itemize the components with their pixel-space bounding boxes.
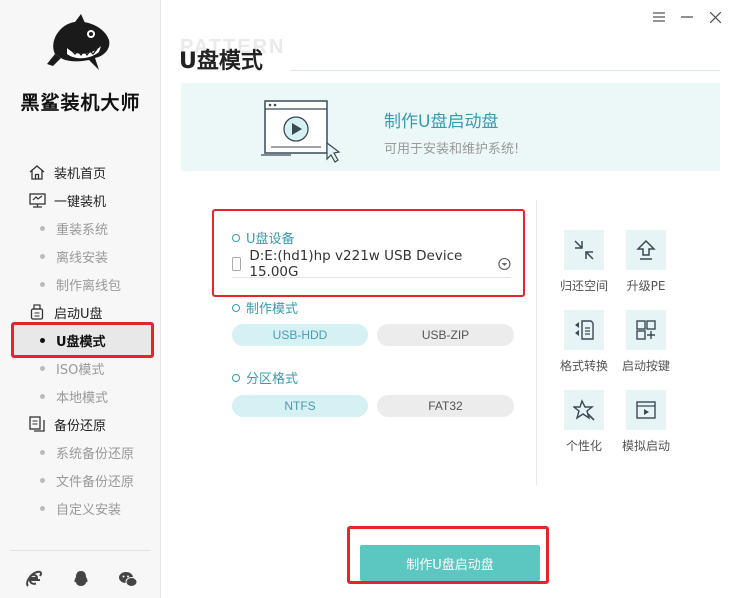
- chevron-down-icon[interactable]: [498, 257, 511, 271]
- sidebar-item-offline-install[interactable]: 离线安装: [0, 242, 161, 270]
- close-icon[interactable]: [708, 10, 722, 24]
- sidebar-item-label: 系统备份还原: [56, 446, 135, 462]
- personalize-icon: [564, 390, 604, 430]
- sidebar-item-label: 离线安装: [56, 250, 109, 266]
- mode-option-usb-hdd[interactable]: USB-HDD: [232, 324, 368, 346]
- usb-device-select[interactable]: D:E:(hd1)hp v221w USB Device 15.00G: [232, 247, 511, 280]
- tool-restore-space[interactable]: 归还空间: [553, 230, 615, 294]
- make-mode-label: 制作模式: [232, 298, 298, 317]
- bullet-icon: [40, 365, 45, 371]
- sidebar-item-home[interactable]: 装机首页: [0, 158, 161, 186]
- ie-icon[interactable]: [24, 569, 44, 589]
- sidebar-item-label: 文件备份还原: [56, 474, 135, 490]
- tool-format-convert[interactable]: 格式转换: [553, 310, 615, 374]
- bullet-icon: [40, 337, 45, 343]
- bullet-icon: [40, 253, 45, 259]
- format-convert-icon: [564, 310, 604, 350]
- mode-option-usb-zip[interactable]: USB-ZIP: [377, 324, 514, 346]
- sidebar-item-system-backup-restore[interactable]: 系统备份还原: [0, 438, 161, 466]
- usb-device-label: U盘设备: [232, 228, 295, 247]
- make-mode-label-text: 制作模式: [246, 302, 299, 317]
- sidebar-footer: [10, 550, 151, 589]
- sidebar-item-label: U盘模式: [56, 334, 106, 350]
- banner-title: 制作U盘启动盘: [384, 112, 499, 132]
- video-player-illustration-icon: [261, 100, 341, 163]
- vertical-divider: [536, 200, 537, 485]
- ring-icon: [232, 373, 240, 382]
- usb-device-value: D:E:(hd1)hp v221w USB Device 15.00G: [249, 247, 463, 280]
- bullet-icon: [40, 393, 45, 399]
- tool-personalize[interactable]: 个性化: [553, 390, 615, 454]
- menu-icon[interactable]: [652, 10, 666, 24]
- monitor-icon: [28, 192, 46, 208]
- bullet-icon: [40, 225, 45, 231]
- partition-format-label-text: 分区格式: [246, 372, 299, 387]
- tool-label: 个性化: [565, 439, 602, 453]
- tool-boot-key[interactable]: 启动按键: [615, 310, 677, 374]
- home-icon: [28, 164, 46, 180]
- make-usb-boot-disk-button[interactable]: 制作U盘启动盘: [360, 545, 540, 581]
- sidebar-item-usb-mode[interactable]: U盘模式: [0, 326, 161, 354]
- simulate-boot-icon: [626, 390, 666, 430]
- tool-upgrade-pe[interactable]: 升级PE: [615, 230, 677, 294]
- restore-space-icon: [564, 230, 604, 270]
- sidebar-item-label: 装机首页: [54, 166, 107, 182]
- sidebar-item-boot-usb[interactable]: 启动U盘: [0, 298, 161, 326]
- sidebar-item-make-offline-package[interactable]: 制作离线包: [0, 270, 161, 298]
- sidebar-item-label: 自定义安装: [56, 502, 122, 518]
- ring-icon: [232, 233, 240, 242]
- bullet-icon: [40, 281, 45, 287]
- bullet-icon: [40, 505, 45, 511]
- sidebar-nav: 装机首页 一键装机 重装系统 离线安装 制作离线包 启动U盘 U盘模式 ISO模…: [0, 158, 161, 522]
- sidebar-item-label: 一键装机: [54, 194, 107, 210]
- sidebar: 黑鲨装机大师 装机首页 一键装机 重装系统 离线安装 制作离线包 启动U盘 U盘…: [0, 0, 161, 598]
- sidebar-item-custom-install[interactable]: 自定义安装: [0, 494, 161, 522]
- sidebar-item-iso-mode[interactable]: ISO模式: [0, 354, 161, 382]
- banner: 制作U盘启动盘 可用于安装和维护系统!: [181, 83, 720, 171]
- minimize-icon[interactable]: [680, 10, 694, 24]
- window-controls: [652, 10, 722, 24]
- usb-drive-icon: [232, 256, 242, 271]
- app-name: 黑鲨装机大师: [20, 92, 141, 114]
- sidebar-item-label: ISO模式: [56, 362, 105, 378]
- ring-icon: [232, 303, 240, 312]
- sidebar-item-label: 备份还原: [54, 418, 107, 434]
- usb-icon: [28, 304, 46, 320]
- qq-icon[interactable]: [71, 569, 91, 589]
- title-divider: [290, 70, 720, 71]
- wechat-icon[interactable]: [118, 569, 138, 589]
- bullet-icon: [40, 477, 45, 483]
- tool-label: 归还空间: [559, 279, 608, 293]
- tool-label: 模拟启动: [621, 439, 670, 453]
- bullet-icon: [40, 449, 45, 455]
- logo: 黑鲨装机大师: [0, 14, 161, 115]
- sidebar-item-reinstall-system[interactable]: 重装系统: [0, 214, 161, 242]
- page-title: U盘模式: [179, 49, 263, 74]
- upgrade-icon: [626, 230, 666, 270]
- partition-option-fat32[interactable]: FAT32: [377, 395, 514, 417]
- sidebar-item-label: 制作离线包: [56, 278, 122, 294]
- tool-label: 升级PE: [626, 279, 666, 293]
- sidebar-item-local-mode[interactable]: 本地模式: [0, 382, 161, 410]
- shark-logo-icon: [46, 14, 109, 71]
- sidebar-item-label: 启动U盘: [54, 306, 103, 322]
- sidebar-item-backup-restore[interactable]: 备份还原: [0, 410, 161, 438]
- banner-subtitle: 可用于安装和维护系统!: [384, 142, 520, 157]
- tool-label: 启动按键: [621, 359, 670, 373]
- partition-option-ntfs[interactable]: NTFS: [232, 395, 368, 417]
- tool-simulate-boot[interactable]: 模拟启动: [615, 390, 677, 454]
- sidebar-item-label: 本地模式: [56, 390, 109, 406]
- boot-key-icon: [626, 310, 666, 350]
- sidebar-item-one-click-install[interactable]: 一键装机: [0, 186, 161, 214]
- sidebar-item-label: 重装系统: [56, 222, 109, 238]
- usb-device-label-text: U盘设备: [246, 232, 295, 247]
- partition-format-label: 分区格式: [232, 368, 298, 387]
- backup-icon: [28, 416, 46, 432]
- sidebar-item-file-backup-restore[interactable]: 文件备份还原: [0, 466, 161, 494]
- tool-label: 格式转换: [559, 359, 608, 373]
